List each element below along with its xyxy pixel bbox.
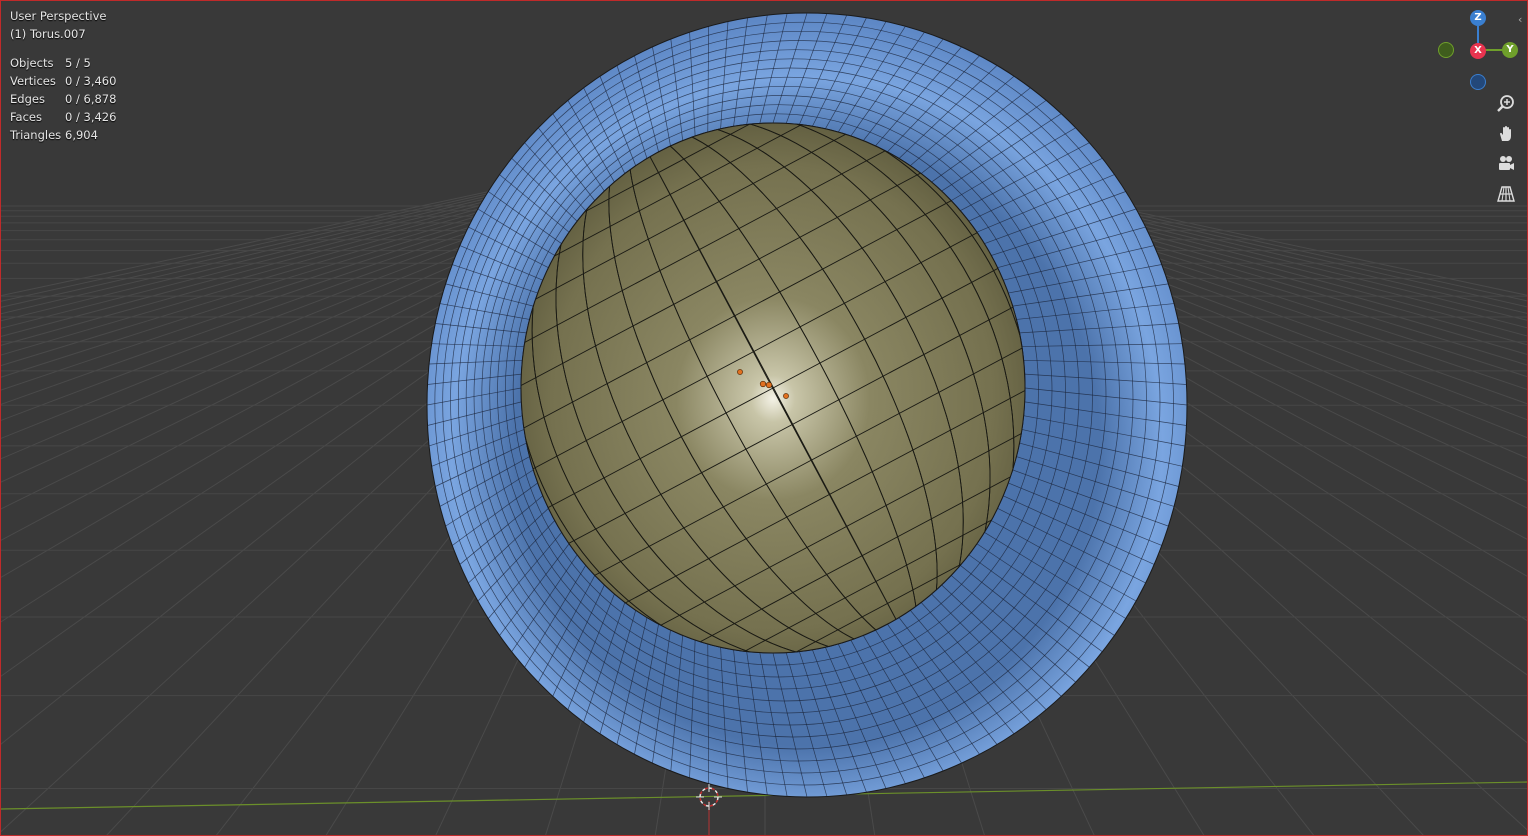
gizmo-negative-y-axis[interactable] [1438, 42, 1454, 58]
stat-value: 6,904 [65, 128, 98, 142]
zoom-icon [1497, 95, 1514, 112]
grid-perspective-icon [1497, 186, 1515, 202]
3d-viewport[interactable]: User Perspective (1) Torus.007 Objects 5 … [0, 0, 1528, 836]
pan-button[interactable] [1492, 120, 1520, 148]
stat-row-objects: Objects 5 / 5 [10, 56, 116, 74]
gizmo-negative-z-axis[interactable] [1470, 74, 1486, 90]
stat-row-triangles: Triangles 6,904 [10, 128, 116, 146]
camera-icon [1499, 156, 1514, 170]
active-object-name: (1) Torus.007 [10, 27, 86, 41]
stat-value: 0 / 3,426 [65, 110, 117, 124]
stat-row-faces: Faces 0 / 3,426 [10, 110, 116, 128]
perspective-toggle-button[interactable] [1492, 180, 1520, 208]
zoom-button[interactable] [1492, 90, 1520, 118]
stat-value: 0 / 6,878 [65, 92, 117, 106]
stat-value: 0 / 3,460 [65, 74, 117, 88]
stat-label: Vertices [10, 74, 56, 88]
stat-label: Faces [10, 110, 42, 124]
view-title: User Perspective [10, 9, 107, 23]
camera-view-button[interactable] [1492, 150, 1520, 178]
gizmo-y-axis[interactable]: Y [1502, 42, 1518, 58]
stat-row-edges: Edges 0 / 6,878 [10, 92, 116, 110]
stat-row-vertices: Vertices 0 / 3,460 [10, 74, 116, 92]
sidebar-toggle-icon[interactable]: ‹ [1518, 13, 1522, 26]
stat-value: 5 / 5 [65, 56, 91, 70]
gizmo-x-axis[interactable]: X [1470, 43, 1486, 59]
viewport-scene[interactable] [1, 1, 1528, 836]
stat-label: Triangles [10, 128, 62, 142]
scene-statistics: Objects 5 / 5 Vertices 0 / 3,460 Edges 0 / … [10, 56, 116, 146]
gizmo-z-axis[interactable]: Z [1470, 10, 1486, 26]
stat-label: Objects [10, 56, 54, 70]
pan-hand-icon [1500, 126, 1511, 141]
stat-label: Edges [10, 92, 45, 106]
